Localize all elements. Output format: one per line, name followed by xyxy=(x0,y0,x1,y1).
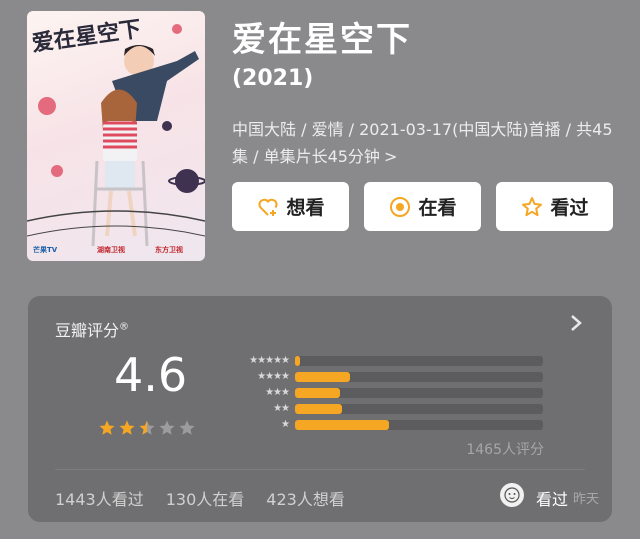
distribution-stars-icon: ★★ xyxy=(273,403,290,414)
distribution-bar-track xyxy=(295,420,543,430)
distribution-bar-track xyxy=(295,356,543,366)
seen-time: 昨天 xyxy=(572,492,599,507)
distribution-stars-icon: ★ xyxy=(281,419,290,430)
rating-count: 1465人评分 xyxy=(466,442,544,458)
distribution-stars-icon: ★★★ xyxy=(265,387,290,398)
distribution-stars-icon: ★★★★★ xyxy=(249,355,290,366)
watched-count[interactable]: 1443人看过 xyxy=(55,486,144,510)
distribution-bar-fill xyxy=(295,404,343,414)
poster-badge-mid: 湖南卫视 xyxy=(97,246,125,254)
star-half-icon xyxy=(139,420,155,435)
page-title: 爱在星空下 xyxy=(232,20,412,60)
want-count[interactable]: 423人想看 xyxy=(266,486,345,510)
rating-stars xyxy=(98,419,196,437)
distribution-bar-fill xyxy=(295,420,390,430)
poster-image[interactable]: 爱在星空下 芒果TV 湖南卫视 东方卫视 xyxy=(27,11,205,261)
chevron-right-icon[interactable] xyxy=(568,312,584,334)
distribution-bar-track xyxy=(295,372,543,382)
poster-badge-right: 东方卫视 xyxy=(155,246,183,254)
watched-button[interactable]: 看过 xyxy=(496,182,613,231)
distribution-bar-track xyxy=(295,404,543,414)
rating-score: 4.6 xyxy=(114,348,188,402)
avatar[interactable] xyxy=(500,483,524,507)
want-to-watch-label: 想看 xyxy=(286,197,325,219)
poster-art: 爱在星空下 xyxy=(27,16,205,247)
chevron-right-icon: > xyxy=(383,147,398,166)
user-face-icon xyxy=(504,487,520,503)
audience-stats: 1443人看过 130人在看 423人想看 xyxy=(55,486,345,510)
distribution-bar-fill xyxy=(295,356,300,366)
poster-badge-left: 芒果TV xyxy=(33,246,58,254)
distribution-stars-icon: ★★★★ xyxy=(257,371,290,382)
star-empty-icon xyxy=(159,420,175,435)
distribution-bar-track xyxy=(295,388,543,398)
rating-title: 豆瓣评分® xyxy=(55,317,129,341)
release-year: (2021) xyxy=(232,66,314,91)
star-outline-icon xyxy=(522,196,543,216)
rating-title-text: 豆瓣评分 xyxy=(55,321,120,340)
movie-meta-text: 中国大陆 / 爱情 / 2021-03-17(中国大陆)首播 / 共45集 / … xyxy=(232,120,613,166)
heart-plus-icon xyxy=(258,198,279,216)
want-to-watch-button[interactable]: 想看 xyxy=(232,182,349,231)
watching-label: 在看 xyxy=(418,197,457,219)
action-bar: 想看 在看 看过 xyxy=(232,182,613,231)
rating-card[interactable]: 豆瓣评分® 4.6 ★★★★★ ★★★★ ★★★ ★★ ★ 1465人评分 1443人看… xyxy=(28,296,612,522)
divider xyxy=(55,469,585,470)
distribution-bar-fill xyxy=(295,372,350,382)
star-full-icon xyxy=(119,420,135,435)
star-full-icon xyxy=(99,420,115,435)
registered-mark: ® xyxy=(119,321,130,333)
watched-label: 看过 xyxy=(550,197,589,219)
movie-meta[interactable]: 中国大陆 / 爱情 / 2021-03-17(中国大陆)首播 / 共45集 / … xyxy=(232,116,627,170)
target-circle-icon xyxy=(390,196,411,217)
star-empty-icon xyxy=(179,420,195,435)
watching-button[interactable]: 在看 xyxy=(364,182,481,231)
seen-status: 看过 xyxy=(535,490,568,509)
distribution-bar-fill xyxy=(295,388,340,398)
watching-count[interactable]: 130人在看 xyxy=(166,486,245,510)
